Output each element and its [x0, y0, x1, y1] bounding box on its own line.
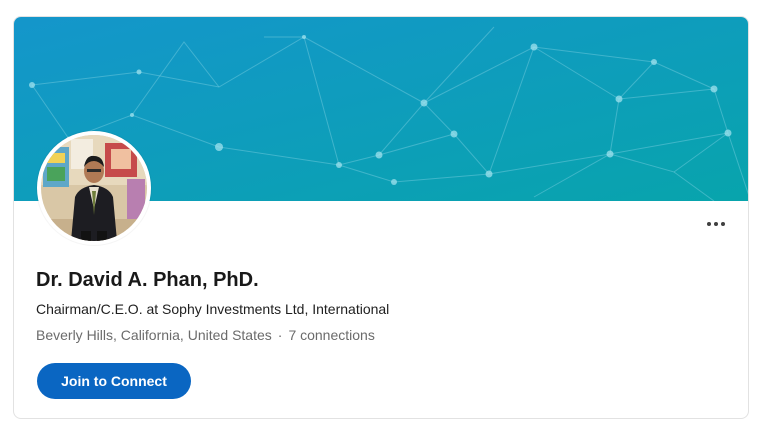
profile-meta: Beverly Hills, California, United States…: [36, 327, 375, 343]
profile-name: Dr. David A. Phan, PhD.: [36, 269, 259, 291]
meta-separator: ·: [277, 327, 283, 343]
more-options-button[interactable]: [698, 213, 734, 235]
avatar[interactable]: [37, 131, 151, 245]
join-to-connect-button[interactable]: Join to Connect: [37, 363, 191, 399]
profile-location: Beverly Hills, California, United States: [36, 327, 272, 343]
connections-count[interactable]: 7 connections: [288, 327, 374, 343]
profile-headline: Chairman/C.E.O. at Sophy Investments Ltd…: [36, 301, 390, 317]
profile-card: Dr. David A. Phan, PhD. Chairman/C.E.O. …: [13, 16, 749, 419]
profile-photo: [41, 135, 147, 241]
more-horizontal-icon: [707, 222, 725, 226]
